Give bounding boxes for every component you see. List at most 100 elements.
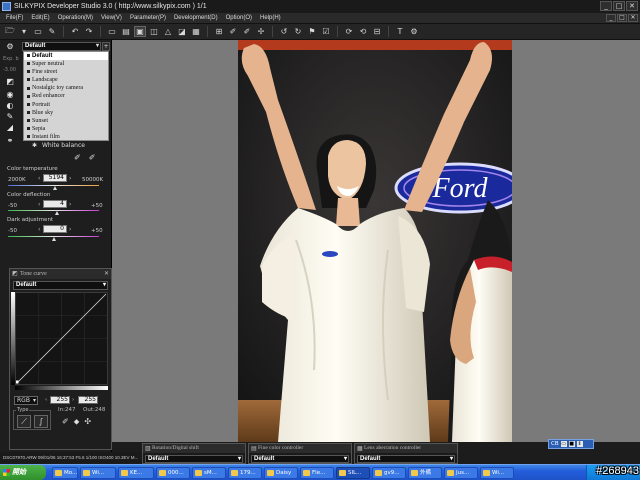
zoom-fit-button[interactable]: ▭ xyxy=(560,441,567,447)
curve-reset-icon[interactable]: ✣ xyxy=(84,417,91,427)
view-preview-icon[interactable]: ▣ xyxy=(134,26,146,37)
menu-edit[interactable]: Edit(E) xyxy=(27,15,53,21)
linear-curve-button[interactable]: ⟋ xyxy=(17,415,31,428)
preset-option-fine-street[interactable]: Fine street xyxy=(24,68,108,76)
maximize-button[interactable]: □ xyxy=(613,1,625,11)
dust-icon[interactable]: ▦ xyxy=(190,26,202,37)
doc-close-button[interactable]: ✕ xyxy=(628,14,638,22)
undo-icon[interactable]: ↶ xyxy=(69,26,81,37)
preset-option-sepia[interactable]: Sepia xyxy=(24,125,108,133)
develop-all-icon[interactable]: ⟲ xyxy=(357,26,369,37)
taskbar-item[interactable]: Fle... xyxy=(300,467,334,479)
color-deflection-thumb[interactable] xyxy=(55,211,60,215)
fine-color-panel-header[interactable]: ▤ Fine color controller xyxy=(249,444,351,453)
taskbar-item[interactable]: Wi... xyxy=(80,467,116,479)
minimize-button[interactable]: _ xyxy=(600,1,612,11)
color-deflection-increase[interactable]: › xyxy=(69,201,71,208)
preset-option-sunset[interactable]: Sunset xyxy=(24,117,108,125)
lens-icon[interactable]: ⚭ xyxy=(4,136,16,146)
color-icon[interactable]: ◉ xyxy=(4,90,16,100)
tone-icon[interactable]: ◩ xyxy=(4,77,16,87)
batch-icon[interactable]: ⊟ xyxy=(371,26,383,37)
gear-icon[interactable]: ⚙ xyxy=(4,42,16,52)
view-filmstrip-icon[interactable]: ▤ xyxy=(120,26,132,37)
output-level-field[interactable]: 255 xyxy=(78,396,98,404)
rotation-panel-header[interactable]: ▨ Rotation/Digital shift xyxy=(143,444,245,453)
taskbar-item-active[interactable]: SIL... xyxy=(336,467,370,479)
lens-aberration-panel-header[interactable]: ▦ Lens aberration controller xyxy=(355,444,457,453)
menu-file[interactable]: File(F) xyxy=(2,15,27,21)
preset-option-nostalgic[interactable]: Nostalgic toy camera xyxy=(24,84,108,92)
open-folder-icon[interactable]: 🗁 xyxy=(4,26,16,37)
color-deflection-decrease[interactable]: ‹ xyxy=(38,201,40,208)
contrast-icon[interactable]: ◐ xyxy=(4,101,16,111)
check-icon[interactable]: ☑ xyxy=(320,26,332,37)
dark-adjustment-input[interactable]: 0 xyxy=(43,225,67,233)
settings-icon[interactable]: ⚙ xyxy=(408,26,420,37)
preset-add-button[interactable]: + xyxy=(102,42,110,51)
taskbar-item[interactable]: 外備 xyxy=(408,467,442,479)
preset-option-landscape[interactable]: Landscape xyxy=(24,76,108,84)
text-tool-icon[interactable]: T xyxy=(394,26,406,37)
preset-dropdown[interactable]: Default ▾ xyxy=(22,42,101,51)
zoom-mid-button[interactable]: ■ xyxy=(568,441,575,447)
color-deflection-track[interactable] xyxy=(8,210,99,211)
spot-icon[interactable]: ✢ xyxy=(255,26,267,37)
in-decrease[interactable]: ‹ xyxy=(45,397,47,403)
dark-adjustment-thumb[interactable] xyxy=(51,237,56,241)
delete-icon[interactable]: ✎ xyxy=(46,26,58,37)
curve-picker-icon[interactable]: ✐ xyxy=(62,417,69,427)
taskbar-item[interactable]: Mo... xyxy=(52,467,78,479)
taskbar-item[interactable]: Daisy xyxy=(264,467,298,479)
save-icon[interactable]: ▭ xyxy=(32,26,44,37)
tone-curve-header[interactable]: ◩ Tone curve ✕ xyxy=(10,269,111,279)
preset-option-instant-film[interactable]: Instant film xyxy=(24,133,108,141)
view-single-icon[interactable]: ▭ xyxy=(106,26,118,37)
dark-adjustment-decrease[interactable]: ‹ xyxy=(38,226,40,233)
start-button[interactable]: 開始 xyxy=(0,465,46,480)
menu-option[interactable]: Option(O) xyxy=(222,15,256,21)
mark-icon[interactable]: ⚑ xyxy=(306,26,318,37)
input-level-field[interactable]: 255 xyxy=(50,396,70,404)
color-temperature-input[interactable]: 5194 xyxy=(43,174,67,182)
taskbar-item[interactable]: Jus... xyxy=(444,467,478,479)
color-temperature-decrease[interactable]: ‹ xyxy=(38,175,40,182)
menu-view[interactable]: View(V) xyxy=(97,15,126,21)
develop-icon[interactable]: ⟳ xyxy=(343,26,355,37)
curve-color-icon[interactable]: ⬥ xyxy=(74,417,80,427)
tone-curve-graph[interactable] xyxy=(15,292,108,385)
close-button[interactable]: ✕ xyxy=(626,1,638,11)
color-temperature-thumb[interactable] xyxy=(53,186,58,190)
lens-aberration-preset-dropdown[interactable]: Default ▾ xyxy=(357,455,455,463)
channel-dropdown[interactable]: RGB ▾ xyxy=(14,396,38,405)
rotation-preset-dropdown[interactable]: Default ▾ xyxy=(145,455,243,463)
warning-icon[interactable]: △ xyxy=(162,26,174,37)
preset-option-red-enhancer[interactable]: Red enhancer xyxy=(24,92,108,100)
menu-parameter[interactable]: Parameter(P) xyxy=(126,15,170,21)
rotate-left-icon[interactable]: ↺ xyxy=(278,26,290,37)
taskbar-item[interactable]: KE... xyxy=(118,467,154,479)
rotate-right-icon[interactable]: ↻ xyxy=(292,26,304,37)
taskbar-item[interactable]: gv9... xyxy=(372,467,406,479)
taskbar-item[interactable]: 000... xyxy=(156,467,190,479)
grid-icon[interactable]: ⊞ xyxy=(213,26,225,37)
gray-picker-icon[interactable]: ✐ xyxy=(241,26,253,37)
zoom-control[interactable]: CB ▭ ■ ⇕ xyxy=(548,439,594,449)
wb-eyedropper-icon[interactable]: ✐ xyxy=(74,153,81,162)
taskbar-item[interactable]: sM... xyxy=(192,467,226,479)
taskbar-item[interactable]: Wi... xyxy=(480,467,514,479)
menu-development[interactable]: Development(D) xyxy=(170,15,222,21)
doc-restore-button[interactable]: □ xyxy=(617,14,627,22)
open-menu-icon[interactable]: ▾ xyxy=(18,26,30,37)
preset-option-super-neutral[interactable]: Super neutral xyxy=(24,60,108,68)
close-icon[interactable]: ✕ xyxy=(104,269,109,279)
taskbar-item[interactable]: 179... xyxy=(228,467,262,479)
zoom-dropdown-button[interactable]: ⇕ xyxy=(576,441,583,447)
color-deflection-input[interactable]: 4 xyxy=(43,200,67,208)
spline-curve-button[interactable]: ∫ xyxy=(34,415,48,428)
wb-gray-eyedropper-icon[interactable]: ✐ xyxy=(89,153,96,162)
color-temperature-increase[interactable]: › xyxy=(69,175,71,182)
highlight-icon[interactable]: ◪ xyxy=(176,26,188,37)
sharpness-icon[interactable]: ✎ xyxy=(4,112,16,122)
doc-minimize-button[interactable]: _ xyxy=(606,14,616,22)
